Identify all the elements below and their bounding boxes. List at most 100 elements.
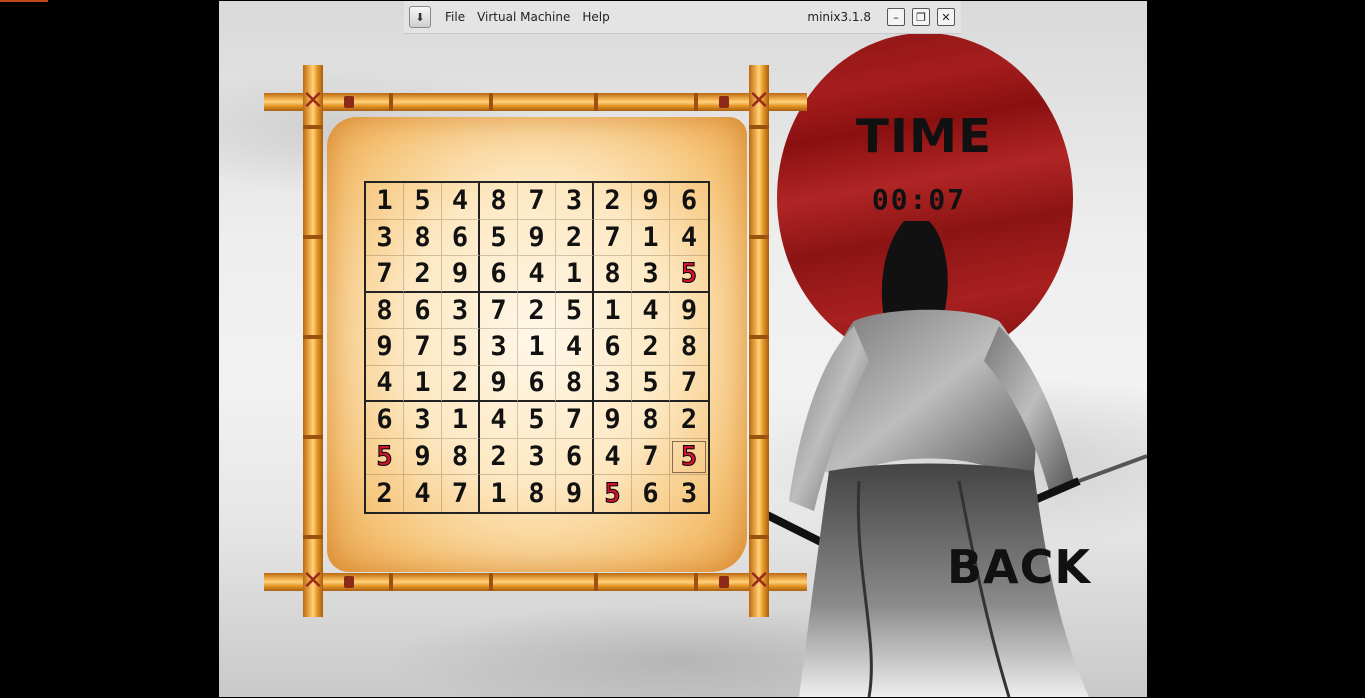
vm-name-label: minix3.1.8 [807,10,871,24]
sudoku-cell[interactable]: 2 [632,329,670,366]
sudoku-cell[interactable]: 3 [404,402,442,439]
sudoku-cell[interactable]: 5 [366,438,404,475]
knot-top-right: ✕ [748,86,770,116]
sudoku-cell[interactable]: 3 [556,183,594,220]
sudoku-cell[interactable]: 3 [442,292,480,329]
sudoku-cell[interactable]: 8 [404,219,442,256]
sudoku-cell[interactable]: 9 [366,329,404,366]
sudoku-cell[interactable]: 3 [480,329,518,366]
tie [719,96,729,108]
sudoku-cell[interactable]: 5 [594,475,632,512]
sudoku-cell[interactable]: 4 [404,475,442,512]
sudoku-cell[interactable]: 6 [442,219,480,256]
restore-icon[interactable]: ❐ [912,8,930,26]
sudoku-cell[interactable]: 4 [670,220,708,256]
sudoku-cell[interactable]: 2 [366,475,404,512]
sudoku-cell[interactable]: 1 [480,475,518,512]
sudoku-cell[interactable]: 1 [594,292,632,329]
sudoku-cell[interactable]: 7 [670,366,708,402]
sudoku-cell[interactable]: 3 [632,256,670,293]
sudoku-cell[interactable]: 4 [518,256,556,293]
sudoku-cell[interactable]: 8 [518,475,556,512]
sudoku-cell[interactable]: 4 [366,365,404,402]
sudoku-cell[interactable]: 5 [556,292,594,329]
pin-icon[interactable]: ⬇ [409,6,431,28]
sudoku-cell[interactable]: 8 [480,183,518,220]
sudoku-cell[interactable]: 9 [404,438,442,475]
sudoku-cell[interactable]: 3 [670,475,708,512]
sudoku-cell[interactable]: 8 [632,402,670,439]
sudoku-cell[interactable]: 2 [670,402,708,439]
sudoku-cell[interactable]: 7 [442,475,480,512]
sudoku-cell[interactable]: 1 [442,402,480,439]
minimize-icon[interactable]: – [887,8,905,26]
close-icon[interactable]: ✕ [937,8,955,26]
sudoku-cell[interactable]: 8 [366,292,404,329]
sudoku-cell[interactable]: 6 [480,256,518,293]
sudoku-cell[interactable]: 5 [670,439,708,475]
tie [344,576,354,588]
sudoku-cell[interactable]: 9 [442,256,480,293]
sudoku-cell[interactable]: 8 [556,365,594,402]
sudoku-cell[interactable]: 7 [518,183,556,220]
sudoku-cell[interactable]: 9 [518,219,556,256]
sudoku-cell[interactable]: 1 [518,329,556,366]
sudoku-cell[interactable]: 4 [594,438,632,475]
sudoku-cell[interactable]: 6 [366,402,404,439]
sudoku-cell[interactable]: 2 [404,256,442,293]
sudoku-cell[interactable]: 3 [594,365,632,402]
sudoku-cell[interactable]: 5 [670,256,708,293]
sudoku-cell[interactable]: 4 [556,329,594,366]
sudoku-cell[interactable]: 2 [594,183,632,220]
sudoku-cell[interactable]: 4 [442,183,480,220]
sudoku-cell[interactable]: 7 [594,219,632,256]
sudoku-cell[interactable]: 2 [442,365,480,402]
sudoku-cell[interactable]: 5 [442,329,480,366]
sudoku-cell[interactable]: 5 [404,183,442,220]
sudoku-cell[interactable]: 6 [670,183,708,220]
sudoku-cell[interactable]: 7 [556,402,594,439]
sudoku-cell[interactable]: 6 [556,438,594,475]
sudoku-cell[interactable]: 6 [594,329,632,366]
sudoku-cell[interactable]: 9 [632,183,670,220]
sudoku-cell[interactable]: 4 [480,402,518,439]
sudoku-cell[interactable]: 1 [366,183,404,220]
tie [719,576,729,588]
menu-file[interactable]: File [443,10,467,24]
menu-virtual-machine[interactable]: Virtual Machine [475,10,572,24]
vm-menubar: ⬇ File Virtual Machine Help minix3.1.8 –… [404,1,961,34]
back-button[interactable]: BACK [941,537,1097,597]
sudoku-cell[interactable]: 1 [632,219,670,256]
sudoku-cell[interactable]: 8 [670,329,708,366]
sudoku-cell[interactable]: 5 [480,219,518,256]
time-label: TIME [856,109,993,163]
sudoku-cell[interactable]: 6 [518,365,556,402]
sudoku-cell[interactable]: 9 [556,475,594,512]
sudoku-cell[interactable]: 2 [518,292,556,329]
knot-top-left: ✕ [302,86,324,116]
sudoku-cell[interactable]: 5 [632,365,670,402]
sudoku-cell[interactable]: 5 [518,402,556,439]
sudoku-cell[interactable]: 1 [556,256,594,293]
sudoku-cell[interactable]: 7 [480,292,518,329]
sudoku-cell[interactable]: 2 [480,438,518,475]
sudoku-cell[interactable]: 6 [404,292,442,329]
menu-help[interactable]: Help [580,10,611,24]
sudoku-cell[interactable]: 3 [366,219,404,256]
sudoku-cell[interactable]: 2 [556,219,594,256]
sudoku-cell[interactable]: 4 [632,292,670,329]
sudoku-cell[interactable]: 7 [632,438,670,475]
sudoku-cell[interactable]: 1 [404,365,442,402]
sudoku-cell[interactable]: 9 [594,402,632,439]
sudoku-cell[interactable]: 6 [632,475,670,512]
sudoku-cell[interactable]: 3 [518,438,556,475]
sudoku-cell[interactable]: 7 [366,256,404,293]
sudoku-cell[interactable]: 8 [442,438,480,475]
tie [344,96,354,108]
vm-display[interactable]: ⬇ File Virtual Machine Help minix3.1.8 –… [219,1,1147,697]
bamboo-left [303,65,323,617]
sudoku-cell[interactable]: 9 [480,365,518,402]
sudoku-cell[interactable]: 7 [404,329,442,366]
sudoku-cell[interactable]: 8 [594,256,632,293]
sudoku-cell[interactable]: 9 [670,293,708,329]
